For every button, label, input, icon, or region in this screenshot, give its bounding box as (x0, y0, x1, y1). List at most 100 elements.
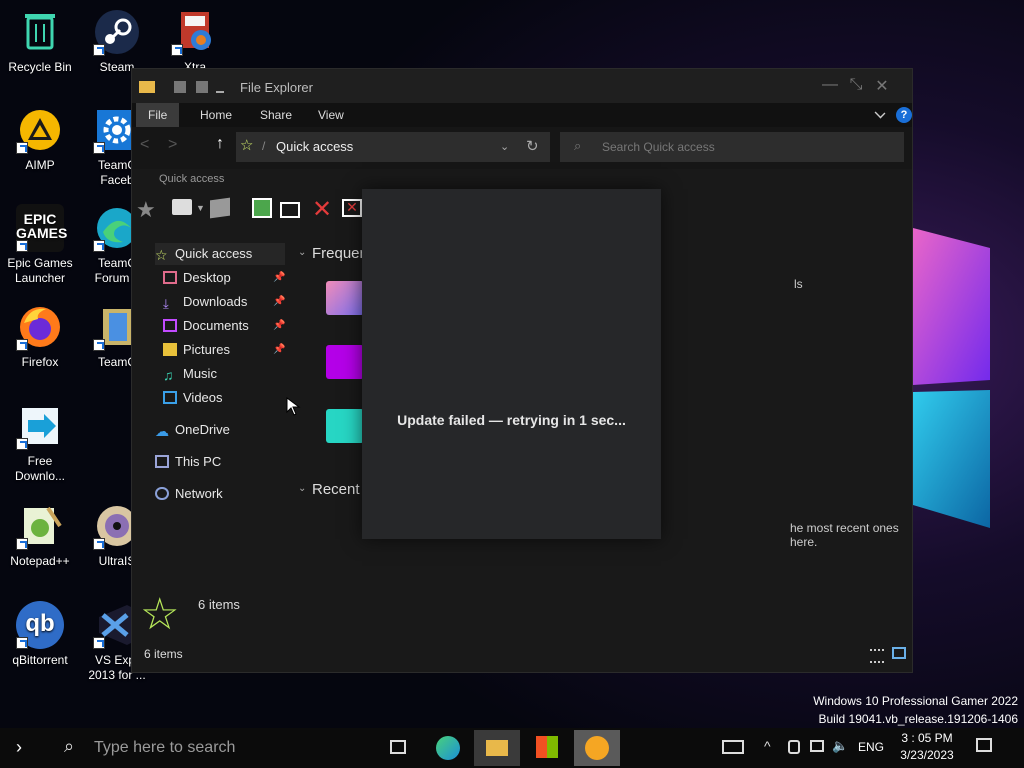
search-box[interactable]: ⌕ Search Quick access (560, 132, 904, 162)
steam-icon (93, 8, 141, 56)
update-failed-dialog[interactable]: Update failed — retrying in 1 sec... (362, 189, 661, 539)
icon-label: Free Downlo... (14, 454, 66, 483)
nav-item-documents[interactable]: Documents (163, 315, 249, 337)
taskbar: › ⌕ Type here to search ^ 🔈 ENG 3 : 05 P… (0, 728, 1024, 768)
start-chevron-icon[interactable]: › (16, 737, 22, 758)
nav-item-music[interactable]: ♫ Music (163, 363, 217, 385)
recycle-bin-icon (16, 8, 64, 56)
nav-item-pictures[interactable]: Pictures (163, 339, 230, 361)
dialog-message: Update failed — retrying in 1 sec... (397, 412, 626, 428)
delete-icon[interactable]: ✕ (312, 195, 332, 224)
nav-item-downloads[interactable]: ⤓ Downloads (163, 291, 247, 313)
pin-icon[interactable]: 📌 (273, 320, 285, 331)
section-header-recent[interactable]: Recent (312, 481, 360, 498)
tab-view[interactable]: View (306, 103, 356, 127)
nav-item-this-pc[interactable]: This PC (155, 451, 221, 473)
volume-muted-icon[interactable]: 🔈 (832, 738, 848, 754)
copy-to-icon[interactable] (280, 202, 300, 218)
details-view-icon[interactable] (870, 649, 884, 663)
pin-icon[interactable]: 📌 (273, 272, 285, 283)
icon-label: Steam (99, 60, 135, 74)
desktop-icon-xtra[interactable]: Xtra (155, 8, 235, 75)
tab-share[interactable]: Share (248, 103, 304, 127)
discord-icon (585, 736, 609, 760)
chevron-down-icon[interactable]: ▼ (196, 203, 205, 213)
desktop-icon-qbittorrent[interactable]: qb qBittorrent (0, 601, 80, 668)
large-icons-view-icon[interactable] (892, 647, 906, 659)
tab-home[interactable]: Home (188, 103, 244, 127)
chevron-down-icon[interactable]: ⌄ (298, 483, 306, 494)
network-status-icon[interactable] (810, 740, 824, 752)
frequent-partial-text: ls (794, 277, 803, 291)
star-icon[interactable]: ★ (136, 197, 156, 223)
news-icon[interactable] (722, 740, 744, 754)
new-folder-icon[interactable] (196, 81, 208, 93)
clock[interactable]: 3 : 05 PM 3/23/2023 (892, 730, 962, 764)
navigation-pane: ☆ Quick access Desktop 📌 ⤓ Downloads 📌 Doc… (132, 229, 292, 589)
properties-icon[interactable] (174, 81, 186, 93)
tab-file[interactable]: File (136, 103, 180, 127)
desktop-icon-firefox[interactable]: Firefox (0, 303, 80, 370)
recent-locations-icon[interactable] (172, 199, 192, 215)
chevron-down-icon[interactable]: ⌄ (500, 140, 509, 153)
nav-item-quick-access[interactable]: ☆ Quick access (155, 243, 285, 265)
address-bar[interactable]: ☆ / Quick access ⌄ ↻ (236, 132, 550, 162)
search-icon: ⌕ (64, 736, 75, 756)
nav-item-desktop[interactable]: Desktop (163, 267, 231, 289)
maximize-button[interactable]: ⤡ (844, 76, 868, 96)
file-explorer-taskbar-icon[interactable] (474, 730, 520, 766)
folder-tile-desktop[interactable] (326, 281, 364, 315)
back-button[interactable]: < (140, 136, 162, 158)
chevron-down-icon[interactable] (216, 85, 224, 93)
discord-taskbar-icon[interactable] (574, 730, 620, 766)
folder-tile-music[interactable] (326, 409, 364, 443)
chevron-up-icon[interactable]: ^ (764, 738, 771, 754)
nav-label: Videos (183, 390, 223, 405)
section-header-frequent[interactable]: Frequen (312, 245, 368, 262)
meet-now-icon[interactable] (788, 740, 800, 754)
items-count: 6 items (198, 597, 240, 612)
store-icon[interactable] (536, 736, 558, 758)
notifications-icon[interactable] (976, 738, 992, 752)
move-to-icon[interactable] (252, 198, 272, 218)
ribbon-collapse-icon[interactable] (874, 107, 886, 119)
nav-item-network[interactable]: Network (155, 483, 223, 505)
title-bar[interactable]: File Explorer — ⤡ ✕ (132, 69, 912, 103)
task-view-icon[interactable] (390, 740, 406, 754)
icon-label: Epic Games Launcher (7, 256, 73, 285)
desktop-icon-epic-games[interactable]: EPIC GAMES Epic Games Launcher (0, 204, 80, 286)
download-manager-icon (16, 402, 64, 450)
pin-icon[interactable]: 📌 (273, 296, 285, 307)
close-button[interactable]: ✕ (870, 76, 894, 96)
edge-icon[interactable] (436, 736, 460, 760)
desktop-icon-recycle-bin[interactable]: Recycle Bin (0, 8, 80, 75)
language-indicator[interactable]: ENG (858, 740, 884, 754)
folder-tile-documents[interactable] (326, 345, 364, 379)
desktop-icon-aimp[interactable]: AIMP (0, 106, 80, 173)
taskbar-search-box[interactable]: Type here to search (94, 739, 235, 757)
up-button[interactable]: ↑ (216, 135, 224, 153)
clock-date: 3/23/2023 (900, 748, 954, 762)
rename-icon[interactable]: ✕ (342, 199, 362, 217)
nav-item-onedrive[interactable]: ☁ OneDrive (155, 419, 230, 441)
desktop-icon-free-download[interactable]: Free Downlo... (0, 402, 80, 484)
picture-icon (163, 343, 177, 356)
desktop-icon-steam[interactable]: Steam (77, 8, 157, 75)
search-placeholder: Search Quick access (602, 140, 715, 154)
nav-item-videos[interactable]: Videos (163, 387, 223, 409)
star-icon: ☆ (240, 137, 254, 154)
chevron-down-icon[interactable]: ⌄ (298, 247, 306, 258)
desktop-icon-notepadpp[interactable]: Notepad++ (0, 502, 80, 569)
help-icon[interactable]: ? (896, 107, 912, 123)
status-area: ☆ 6 items 6 items (132, 589, 912, 673)
minimize-button[interactable]: — (818, 76, 842, 96)
pin-icon[interactable]: 📌 (273, 344, 285, 355)
windows-icon[interactable] (210, 197, 230, 219)
notepadpp-icon (16, 502, 64, 550)
refresh-icon[interactable]: ↻ (526, 137, 539, 155)
firefox-icon (16, 303, 64, 351)
aimp-icon (16, 106, 64, 154)
forward-button[interactable]: > (168, 136, 190, 158)
network-icon (155, 487, 169, 500)
epic-logo-text: EPIC GAMES (16, 211, 68, 241)
